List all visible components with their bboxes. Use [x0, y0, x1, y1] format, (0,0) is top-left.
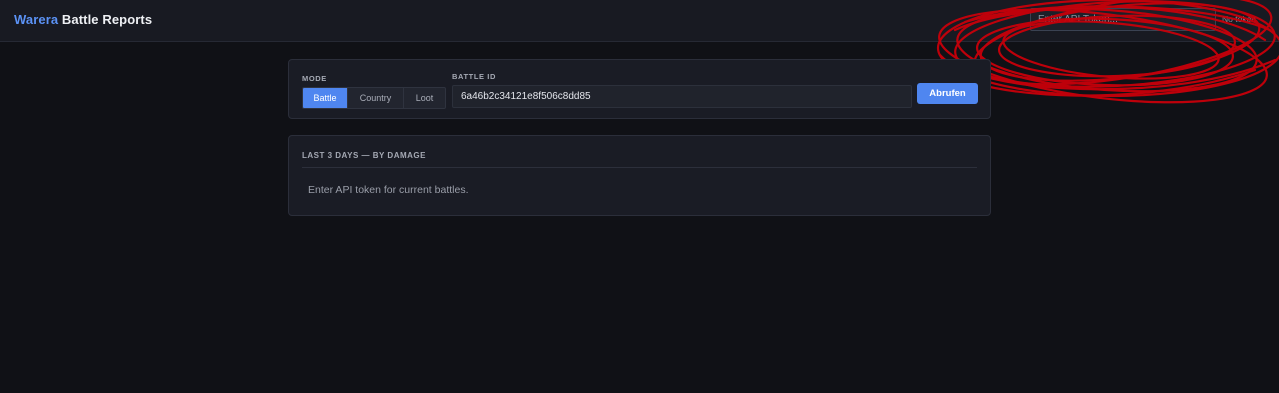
battle-id-input[interactable] — [452, 85, 912, 108]
fetch-button[interactable]: Abrufen — [917, 83, 978, 104]
mode-label: MODE — [302, 74, 327, 83]
mode-segmented-control: Battle Country Loot — [302, 87, 446, 109]
token-status: No token — [1222, 14, 1257, 24]
section-title: LAST 3 DAYS — BY DAMAGE — [302, 151, 426, 160]
empty-state-message: Enter API token for current battles. — [308, 184, 469, 196]
mode-battle-button[interactable]: Battle — [303, 88, 348, 108]
app-title: Warera Battle Reports — [14, 12, 152, 27]
brand-accent: Warera — [14, 12, 59, 27]
mode-loot-button[interactable]: Loot — [404, 88, 445, 108]
battle-id-label: BATTLE ID — [452, 72, 497, 81]
divider — [302, 167, 977, 168]
top-bar: Warera Battle Reports No token — [0, 0, 1279, 42]
controls-card: MODE Battle Country Loot BATTLE ID Abruf… — [288, 59, 991, 119]
mode-country-button[interactable]: Country — [348, 88, 404, 108]
api-token-input[interactable] — [1030, 8, 1216, 31]
brand-name: Battle Reports — [61, 12, 153, 27]
recent-battles-card: LAST 3 DAYS — BY DAMAGE Enter API token … — [288, 135, 991, 216]
